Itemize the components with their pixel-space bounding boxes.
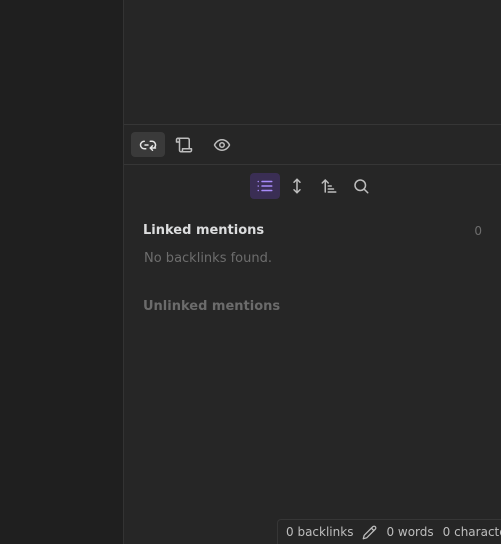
upper-empty-pane bbox=[124, 0, 501, 124]
collapse-results-button[interactable] bbox=[282, 173, 312, 199]
tab-backlinks[interactable] bbox=[131, 132, 165, 157]
no-backlinks-message: No backlinks found. bbox=[144, 251, 272, 266]
eye-icon bbox=[213, 138, 231, 151]
tab-outline[interactable] bbox=[167, 132, 201, 157]
search-icon bbox=[354, 179, 369, 194]
left-empty-pane bbox=[0, 0, 123, 544]
outline-scroll-icon bbox=[175, 137, 193, 152]
unlinked-mentions-heading[interactable]: Unlinked mentions bbox=[143, 299, 280, 314]
status-backlinks-count[interactable]: 0 backlinks bbox=[286, 525, 353, 539]
list-icon bbox=[257, 180, 273, 192]
backlinks-toolbar bbox=[124, 165, 501, 205]
tab-preview[interactable] bbox=[205, 132, 239, 157]
sidebar-tab-bar bbox=[124, 125, 501, 164]
linked-mentions-heading[interactable]: Linked mentions bbox=[143, 223, 264, 238]
status-bar: 0 backlinks 0 words 0 characters bbox=[277, 519, 501, 544]
toggle-list-button[interactable] bbox=[250, 173, 280, 199]
edit-mode-button[interactable] bbox=[362, 525, 377, 540]
linked-mentions-count: 0 bbox=[474, 224, 482, 238]
status-word-count: 0 words bbox=[386, 525, 434, 539]
sort-button[interactable] bbox=[314, 173, 344, 199]
sort-ascending-icon bbox=[321, 179, 337, 193]
pencil-icon bbox=[363, 525, 377, 539]
right-sidebar: Linked mentions 0 No backlinks found. Un… bbox=[124, 0, 501, 544]
status-character-count: 0 characters bbox=[442, 525, 501, 539]
expand-vertical-icon bbox=[293, 178, 301, 194]
backlinks-icon bbox=[139, 140, 157, 151]
search-button[interactable] bbox=[346, 173, 376, 199]
